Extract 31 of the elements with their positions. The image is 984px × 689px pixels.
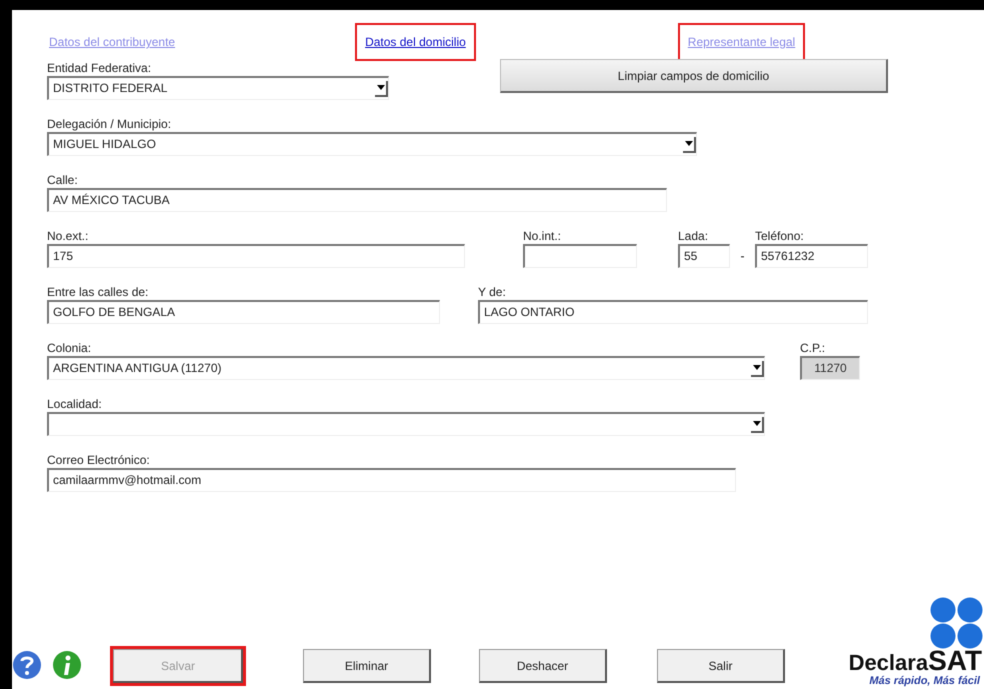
dropdown[interactable]: MIGUEL HIDALGO <box>47 132 697 156</box>
field-label: Entidad Federativa: <box>47 61 152 76</box>
input-field[interactable]: GOLFO DE BENGALA <box>47 300 440 324</box>
tab-link[interactable]: Datos del domicilio <box>355 23 476 61</box>
input-field[interactable]: AV MÉXICO TACUBA <box>47 188 667 212</box>
input-field[interactable]: 175 <box>47 244 465 268</box>
action-button[interactable]: Salir <box>657 649 785 683</box>
input-field[interactable]: LAGO ONTARIO <box>478 300 868 324</box>
field-label: Correo Electrónico: <box>47 453 150 468</box>
clear-fields-button[interactable]: Limpiar campos de domicilio <box>500 59 888 93</box>
field-label: Lada: <box>678 229 708 244</box>
field-label: Teléfono: <box>755 229 804 244</box>
field-label: No.ext.: <box>47 229 88 244</box>
field-label: Localidad: <box>47 397 102 412</box>
field-label: Calle: <box>47 173 78 188</box>
dash-separator: - <box>740 248 744 265</box>
field-label: C.P.: <box>800 341 826 356</box>
input-field[interactable]: 55 <box>678 244 730 268</box>
field-label: Y de: <box>478 285 506 300</box>
field-label: No.int.: <box>523 229 562 244</box>
dropdown[interactable]: DISTRITO FEDERAL <box>47 76 389 100</box>
input-field[interactable]: camilaarmmv@hotmail.com <box>47 468 736 492</box>
field-label: Entre las calles de: <box>47 285 148 300</box>
dropdown[interactable]: ARGENTINA ANTIGUA (11270) <box>47 356 765 380</box>
action-button[interactable]: Deshacer <box>479 649 607 683</box>
field-label: Delegación / Municipio: <box>47 117 172 132</box>
input-field[interactable]: 55761232 <box>755 244 868 268</box>
action-button[interactable]: Eliminar <box>303 649 431 683</box>
logo-wordmark: DeclaraSAT <box>848 649 982 675</box>
logo-slogan: Más rápido, Más fácil <box>869 675 980 687</box>
field-label: Colonia: <box>47 341 92 356</box>
